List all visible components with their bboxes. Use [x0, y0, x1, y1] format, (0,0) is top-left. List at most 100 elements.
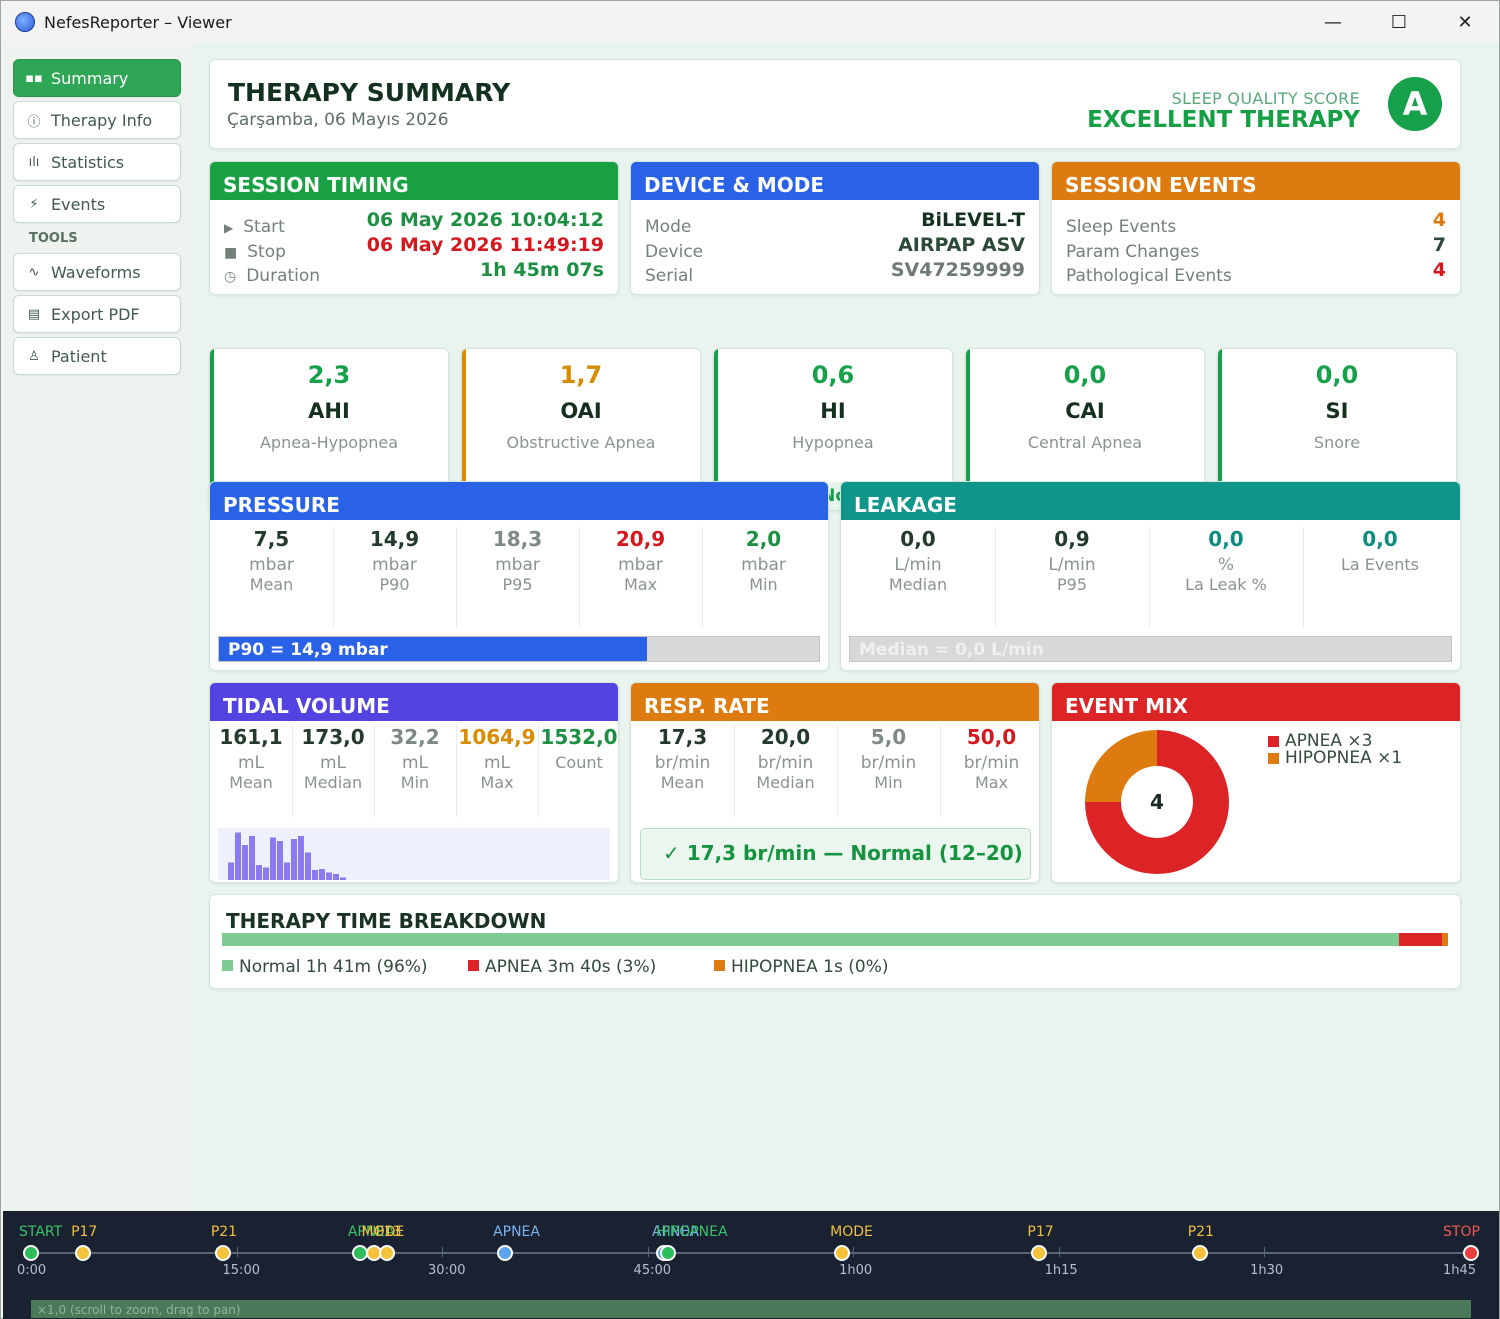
stat-value: 5,0	[870, 725, 907, 749]
therapy-summary-header: THERAPY SUMMARY Çarşamba, 06 Mayıs 2026 …	[209, 59, 1461, 149]
histogram-bar	[242, 845, 248, 880]
sidebar-item-label: Events	[51, 194, 106, 214]
person-icon: ♙	[28, 348, 40, 364]
column-divider	[579, 527, 580, 627]
histogram-bar	[263, 867, 269, 880]
resp-rate-status: ✓ 17,3 br/min — Normal (12–20)	[640, 828, 1031, 880]
timeline-axis	[31, 1252, 1471, 1254]
metric-code: OAI	[560, 399, 602, 423]
legend-swatch	[1268, 753, 1279, 764]
timeline-tick	[647, 1247, 649, 1257]
stat-value: 0,0	[900, 527, 936, 551]
stat-unit: br/min	[757, 753, 814, 773]
serial-value: SV47259999	[890, 259, 1025, 281]
waveform-icon: ∿	[28, 264, 40, 280]
stat-unit: L/min	[894, 555, 942, 575]
event-timeline[interactable]: 0:00 15:00 30:00 45:00 1h00 1h15 1h30 1h45 START…	[3, 1211, 1499, 1319]
timeline-event-marker[interactable]	[1031, 1245, 1048, 1261]
pressure-p90-bar: P90 = 14,9 mbar	[218, 636, 820, 662]
stat-value: 32,2	[390, 725, 440, 749]
column-divider	[456, 527, 457, 627]
card-title: TIDAL VOLUME	[210, 683, 618, 721]
stat-label: P90	[379, 575, 410, 594]
lightning-icon: ⚡	[29, 196, 39, 212]
sidebar-item-events[interactable]: ⚡ Events	[13, 185, 181, 223]
timeline-event-label: STOP	[1443, 1224, 1480, 1240]
sidebar-item-patient[interactable]: ♙ Patient	[13, 337, 181, 375]
legend-item-hipopnea: HIPOPNEA ×1	[1268, 750, 1402, 767]
stat-unit: br/min	[860, 753, 917, 773]
app-window: NefesReporter – Viewer — ☐ ✕ ▪▪ Summary …	[0, 0, 1500, 1319]
stat-unit: mbar	[618, 555, 663, 575]
sidebar-item-therapy-info[interactable]: ⓘ Therapy Info	[13, 101, 181, 139]
stop-value: 06 May 2026 11:49:19	[366, 234, 604, 256]
sidebar-item-label: Statistics	[51, 152, 125, 172]
stat-value: 14,9	[369, 527, 420, 551]
card-title: THERAPY TIME BREAKDOWN	[226, 909, 547, 933]
page-title: THERAPY SUMMARY	[228, 78, 511, 107]
timeline-event-marker[interactable]	[497, 1245, 514, 1261]
duration-value: 1h 45m 07s	[480, 259, 604, 281]
timeline-event-marker[interactable]	[23, 1245, 39, 1261]
stat-value: 50,0	[966, 725, 1017, 749]
pressure-p90-text: P90 = 14,9 mbar	[228, 640, 388, 660]
timeline-time-label: 15:00	[222, 1263, 260, 1278]
histogram-bar	[228, 862, 234, 880]
sidebar-item-statistics[interactable]: ılı Statistics	[13, 143, 181, 181]
session-timing-card: SESSION TIMING ▶ Start 06 May 2026 10:04:…	[209, 161, 619, 295]
tidal-volume-histogram-svg	[228, 832, 346, 880]
card-title: SESSION TIMING	[210, 162, 618, 200]
column-divider	[456, 725, 457, 817]
minimize-button[interactable]: —	[1311, 7, 1355, 37]
timeline-time-label: 30:00	[428, 1263, 466, 1278]
timeline-event-marker[interactable]	[660, 1245, 677, 1261]
breakdown-segment	[1398, 933, 1442, 946]
pressure-card: PRESSURE 7,5 mbar Mean 14,9 mbar P90 18,3 mbar P…	[209, 481, 829, 671]
timeline-time-label: 0:00	[17, 1263, 47, 1278]
stat-label: Min	[400, 773, 430, 792]
histogram-bar	[284, 862, 290, 880]
session-events-card: SESSION EVENTS Sleep Events 4 Param Chan…	[1051, 161, 1461, 295]
timeline-event-marker[interactable]	[214, 1245, 231, 1261]
sidebar-item-summary[interactable]: ▪▪ Summary	[13, 59, 181, 97]
timeline-event-marker[interactable]	[75, 1245, 92, 1261]
stat-value: 1532,0	[540, 725, 618, 749]
sidebar-item-label: Waveforms	[51, 262, 141, 282]
stat-unit: mL	[319, 753, 347, 773]
sleep-quality-value: EXCELLENT THERAPY	[1087, 107, 1360, 133]
stat-unit: br/min	[963, 753, 1020, 773]
sidebar-item-waveforms[interactable]: ∿ Waveforms	[13, 253, 181, 291]
close-button[interactable]: ✕	[1443, 7, 1487, 37]
stat-column: 173,0 mL Median	[292, 725, 374, 792]
histogram-bar	[249, 836, 255, 880]
timeline-event-marker[interactable]	[379, 1245, 396, 1261]
donut-slice	[1085, 730, 1157, 802]
sidebar-item-label: Therapy Info	[51, 110, 153, 130]
stat-column: 20,0 br/min Median	[734, 725, 837, 792]
card-title: RESP. RATE	[631, 683, 1039, 721]
timeline-scrollbar[interactable]: ×1,0 (scroll to zoom, drag to pan)	[31, 1300, 1471, 1318]
device-label: Device	[645, 242, 704, 262]
stat-column: 5,0 br/min Min	[837, 725, 940, 792]
stat-label: Count	[555, 753, 603, 772]
timeline-event-label: P13	[375, 1224, 402, 1240]
timeline-event-marker[interactable]	[1191, 1245, 1208, 1261]
metric-code: HI	[820, 399, 846, 423]
histogram-bar	[326, 872, 332, 880]
stat-column: 50,0 br/min Max	[940, 725, 1039, 792]
stat-value: 161,1	[219, 725, 283, 749]
timeline-event-marker[interactable]	[834, 1245, 851, 1261]
breakdown-segment	[1441, 933, 1448, 946]
histogram-bar	[305, 852, 311, 880]
stat-value: 1064,9	[458, 725, 536, 749]
timeline-event-marker[interactable]	[1463, 1245, 1479, 1261]
pathological-events-value: 4	[1432, 259, 1446, 281]
stat-column: 0,0% La Leak %	[1149, 527, 1303, 594]
stat-label: Mean	[249, 575, 294, 594]
stat-label: Mean	[660, 773, 705, 792]
stat-column: 1532,0 Count	[538, 725, 618, 772]
maximize-button[interactable]: ☐	[1377, 7, 1421, 37]
timeline-tick	[442, 1247, 444, 1257]
timeline-event-label: P17	[1027, 1224, 1054, 1240]
sidebar-item-export-pdf[interactable]: ▤ Export PDF	[13, 295, 181, 333]
